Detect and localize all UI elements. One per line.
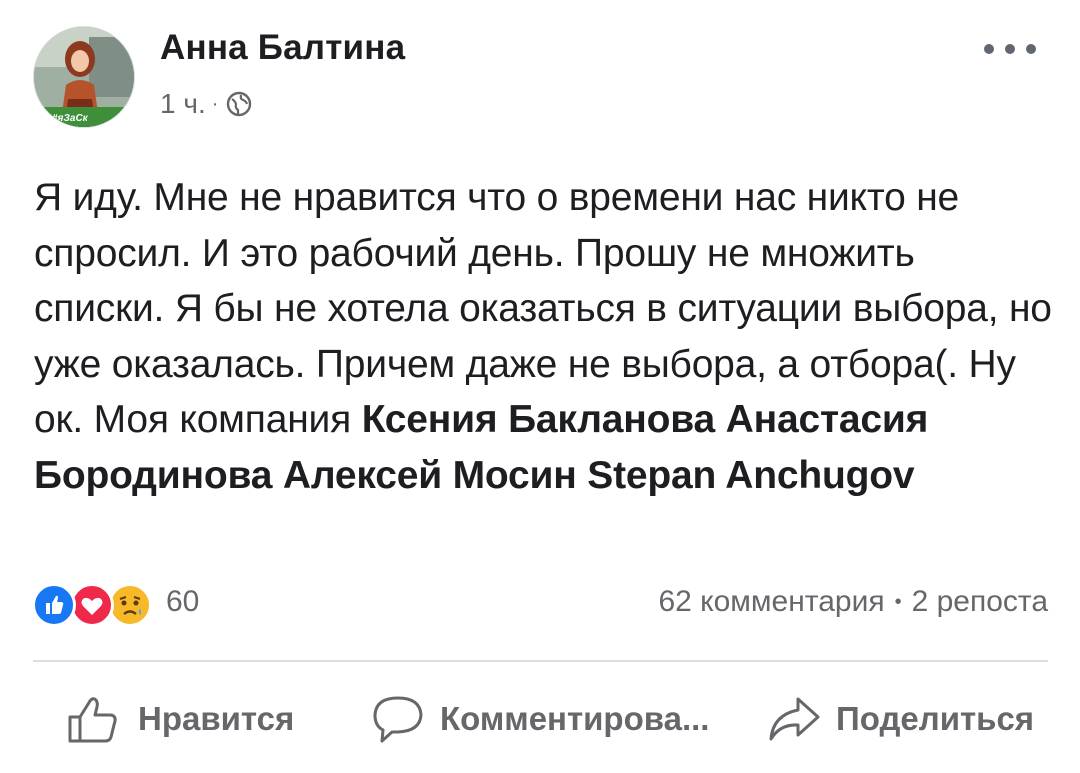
divider [33,660,1048,662]
like-button[interactable]: Нравится [66,690,294,748]
tagged-person-link[interactable]: Ксения Бакланова [362,398,716,441]
author-avatar[interactable]: #яЗаСк [33,26,135,128]
shares-count-link[interactable]: 2 репоста [912,585,1048,619]
more-dot-icon [1026,44,1036,54]
post-card: #яЗаСк Анна Балтина 1 ч. · Я иду. Мне не… [0,0,1080,773]
sad-icon [108,583,152,627]
like-button-label: Нравится [138,700,295,737]
comments-count-link[interactable]: 62 комментария [658,585,884,619]
reaction-count: 60 [166,585,200,618]
share-arrow-icon [766,693,822,745]
tagged-person-link[interactable]: Алексей Мосин [283,454,577,497]
comment-button[interactable]: Комментирова... [370,690,709,748]
post-text: Я иду. Мне не нравится что о времени нас… [34,170,1054,503]
globe-icon [226,91,252,117]
comment-button-label: Комментирова... [440,700,710,737]
avatar-frame-label: #яЗаСк [52,113,88,124]
reaction-icons [32,580,158,627]
more-dot-icon [1005,44,1015,54]
reactions-summary[interactable]: 60 [32,580,200,627]
comment-bubble-icon [370,693,426,745]
post-meta: 1 ч. · [160,86,252,122]
more-dot-icon [984,44,994,54]
author-name[interactable]: Анна Балтина [160,28,405,68]
post-time[interactable]: 1 ч. [160,88,206,120]
meta-separator: · [211,92,219,115]
share-button-label: Поделиться [836,700,1035,737]
love-icon [70,583,114,627]
thumbs-up-icon [66,693,124,745]
tagged-person-link[interactable]: Stepan Anchugov [587,454,914,497]
more-options-button[interactable] [984,34,1036,64]
like-icon [32,583,76,627]
share-button[interactable]: Поделиться [766,690,1034,748]
post-stats: 62 комментария • 2 репоста [658,582,1048,622]
stats-separator: • [894,590,902,613]
